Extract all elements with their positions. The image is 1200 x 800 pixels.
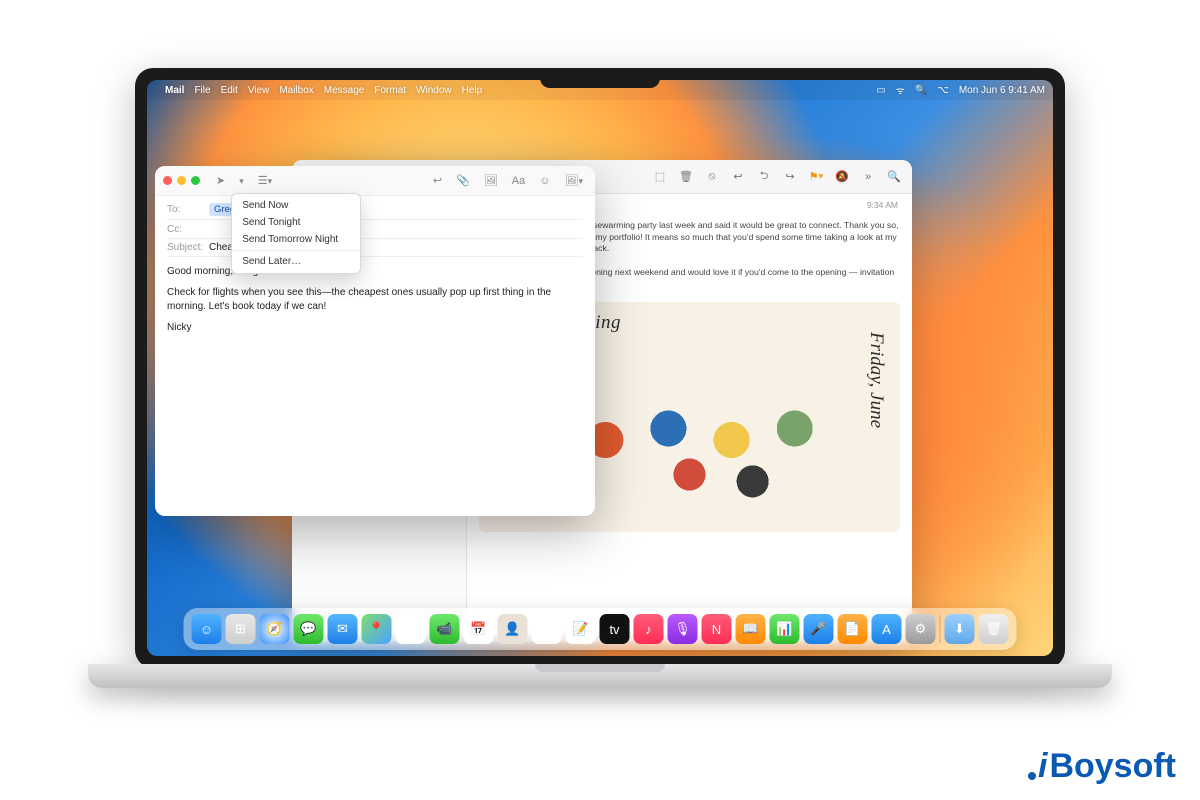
junk-icon[interactable]: ⦸ bbox=[704, 169, 720, 185]
menu-help[interactable]: Help bbox=[462, 85, 483, 96]
attach-icon[interactable]: 📎 bbox=[452, 172, 474, 189]
dock-books[interactable]: 📖 bbox=[736, 614, 766, 644]
more-icon[interactable]: » bbox=[860, 169, 876, 185]
forward-icon[interactable]: ↪ bbox=[782, 169, 798, 185]
dock-music[interactable]: ♪ bbox=[634, 614, 664, 644]
menu-mailbox[interactable]: Mailbox bbox=[279, 85, 313, 96]
dock-messages[interactable]: 💬 bbox=[294, 614, 324, 644]
send-now-item[interactable]: Send Now bbox=[232, 197, 360, 214]
dock-podcasts[interactable]: 🎙 bbox=[668, 614, 698, 644]
to-label: To: bbox=[167, 204, 209, 215]
laptop-base bbox=[88, 664, 1112, 688]
wifi-icon[interactable]: ᯤ bbox=[896, 83, 905, 97]
menu-format[interactable]: Format bbox=[374, 85, 406, 96]
send-tonight-item[interactable]: Send Tonight bbox=[232, 214, 360, 231]
close-icon[interactable] bbox=[163, 176, 172, 185]
reply-all-icon[interactable]: ⮌ bbox=[756, 169, 772, 185]
battery-icon[interactable]: ▭ bbox=[876, 85, 885, 96]
dock: ☺⊞🧭💬✉📍🏞📹📅👤☑📝tv♪🎙N📖📊🎤📄A⚙ ⬇🗑 bbox=[184, 608, 1017, 650]
format-icon[interactable]: Aa bbox=[508, 173, 529, 189]
reply-icon[interactable]: ↩ bbox=[429, 172, 446, 189]
menubar-clock[interactable]: Mon Jun 6 9:41 AM bbox=[959, 85, 1045, 96]
desktop: Mail File Edit View Mailbox Message Form… bbox=[147, 80, 1053, 656]
dock-keynote[interactable]: 🎤 bbox=[804, 614, 834, 644]
compose-toolbar: ➤ ▾ Send Now Send Tonight Send Tomorrow … bbox=[155, 166, 595, 196]
dock-separator bbox=[940, 615, 941, 643]
dock-maps[interactable]: 📍 bbox=[362, 614, 392, 644]
dock-photos[interactable]: 🏞 bbox=[396, 614, 426, 644]
send-icon[interactable]: ➤ bbox=[212, 172, 229, 189]
compose-body[interactable]: Good morning, Greg! Check for flights wh… bbox=[155, 257, 595, 343]
dock-launchpad[interactable]: ⊞ bbox=[226, 614, 256, 644]
dock-notes[interactable]: 📝 bbox=[566, 614, 596, 644]
header-fields-icon[interactable]: ☰▾ bbox=[254, 172, 276, 189]
dock-safari[interactable]: 🧭 bbox=[260, 614, 290, 644]
body-line: Good morning, Greg! bbox=[167, 265, 583, 280]
dock-numbers[interactable]: 📊 bbox=[770, 614, 800, 644]
menubar-app-name[interactable]: Mail bbox=[165, 85, 184, 96]
fullscreen-icon[interactable] bbox=[191, 176, 200, 185]
menu-window[interactable]: Window bbox=[416, 85, 452, 96]
photo-icon[interactable]: 🖼 bbox=[480, 172, 502, 189]
dock-tv[interactable]: tv bbox=[600, 614, 630, 644]
menu-view[interactable]: View bbox=[248, 85, 270, 96]
minimize-icon[interactable] bbox=[177, 176, 186, 185]
dock-appstore[interactable]: A bbox=[872, 614, 902, 644]
reader-timestamp: 9:34 AM bbox=[867, 200, 898, 210]
reply-icon[interactable]: ↩ bbox=[730, 169, 746, 185]
poster-title-2: Friday, June bbox=[865, 332, 887, 428]
send-tomorrow-item[interactable]: Send Tomorrow Night bbox=[232, 231, 360, 248]
dock-finder[interactable]: ☺ bbox=[192, 614, 222, 644]
subject-label: Subject: bbox=[167, 242, 209, 253]
laptop-frame: Mail File Edit View Mailbox Message Form… bbox=[135, 68, 1065, 668]
spotlight-icon[interactable]: 🔍 bbox=[915, 85, 927, 96]
menu-message[interactable]: Message bbox=[324, 85, 365, 96]
menu-edit[interactable]: Edit bbox=[221, 85, 238, 96]
menu-file[interactable]: File bbox=[194, 85, 210, 96]
dock-pages[interactable]: 📄 bbox=[838, 614, 868, 644]
cc-label: Cc: bbox=[167, 224, 209, 235]
control-center-icon[interactable]: ⌥ bbox=[937, 85, 949, 96]
send-later-dropdown[interactable]: ▾ Send Now Send Tonight Send Tomorrow Ni… bbox=[235, 173, 248, 189]
flag-icon[interactable]: ⚑▾ bbox=[808, 169, 824, 185]
dock-news[interactable]: N bbox=[702, 614, 732, 644]
dock-facetime[interactable]: 📹 bbox=[430, 614, 460, 644]
emoji-icon[interactable]: ☺ bbox=[535, 173, 554, 189]
dock-mail[interactable]: ✉ bbox=[328, 614, 358, 644]
media-icon[interactable]: 🖼▾ bbox=[561, 172, 588, 189]
display-notch bbox=[540, 68, 660, 88]
dock-trash[interactable]: 🗑 bbox=[979, 614, 1009, 644]
body-line: Check for flights when you see this—the … bbox=[167, 286, 583, 315]
dock-contacts[interactable]: 👤 bbox=[498, 614, 528, 644]
body-signature: Nicky bbox=[167, 321, 583, 336]
dock-settings[interactable]: ⚙ bbox=[906, 614, 936, 644]
archive-icon[interactable]: ⬚ bbox=[652, 169, 668, 185]
watermark-logo: iiBoysoftBoysoft bbox=[1028, 747, 1176, 786]
send-later-item[interactable]: Send Later… bbox=[232, 253, 360, 270]
dock-downloads[interactable]: ⬇ bbox=[945, 614, 975, 644]
search-icon[interactable]: 🔍 bbox=[886, 169, 902, 185]
dock-calendar[interactable]: 📅 bbox=[464, 614, 494, 644]
dock-reminders[interactable]: ☑ bbox=[532, 614, 562, 644]
mute-icon[interactable]: 🔕 bbox=[834, 169, 850, 185]
trash-icon[interactable]: 🗑 bbox=[678, 169, 694, 185]
send-later-menu: Send Now Send Tonight Send Tomorrow Nigh… bbox=[231, 193, 361, 274]
compose-window: ➤ ▾ Send Now Send Tonight Send Tomorrow … bbox=[155, 166, 595, 516]
